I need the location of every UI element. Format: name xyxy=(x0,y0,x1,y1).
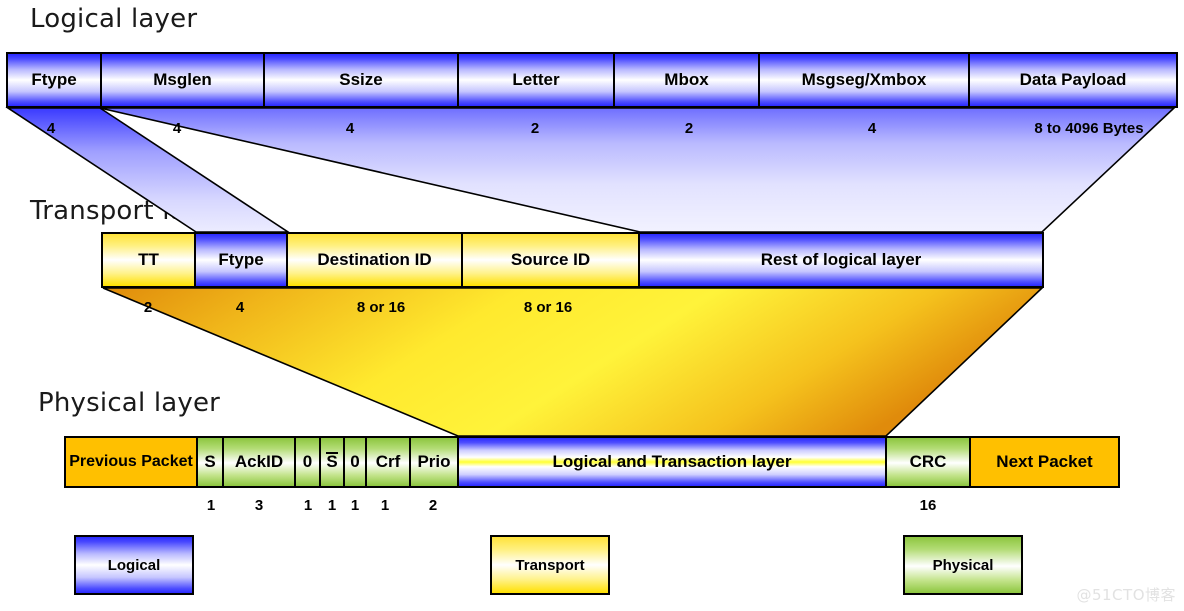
logical-field-ssize[interactable]: Ssize xyxy=(265,54,459,106)
transport-field-source-id[interactable]: Source ID xyxy=(463,234,640,286)
physical-size-s: 1 xyxy=(206,497,216,514)
physical-size-crc: 16 xyxy=(919,497,937,514)
physical-field-zero-1[interactable]: 0 xyxy=(296,438,321,486)
logical-size-ftype: 4 xyxy=(46,120,56,137)
logical-field-letter[interactable]: Letter xyxy=(459,54,615,106)
legend-item-transport: Transport xyxy=(490,535,610,595)
transport-size-tt: 2 xyxy=(143,299,153,316)
physical-field-s[interactable]: S xyxy=(198,438,224,486)
protocol-layer-diagram: Logical layer Ftype Msglen Ssize Letter … xyxy=(0,0,1184,611)
logical-size-msgseg-xmbox: 4 xyxy=(867,120,877,137)
transport-size-source-id: 8 or 16 xyxy=(523,299,573,316)
logical-field-ftype[interactable]: Ftype xyxy=(8,54,102,106)
logical-field-data-payload[interactable]: Data Payload xyxy=(970,54,1176,106)
legend-item-logical: Logical xyxy=(74,535,194,595)
legend-label-transport: Transport xyxy=(515,556,585,574)
physical-field-s-bar-label: S xyxy=(326,452,339,472)
physical-field-logical-and-transaction-layer[interactable]: Logical and Transaction layer xyxy=(459,438,887,486)
physical-field-prio[interactable]: Prio xyxy=(411,438,459,486)
transport-layer-bar: TT Ftype Destination ID Source ID Rest o… xyxy=(101,232,1044,288)
logical-size-data-payload: 8 to 4096 Bytes xyxy=(1034,120,1144,137)
physical-field-crf[interactable]: Crf xyxy=(367,438,411,486)
watermark: @51CTO博客 xyxy=(1076,586,1176,604)
logical-size-msglen: 4 xyxy=(172,120,182,137)
transport-field-destination-id[interactable]: Destination ID xyxy=(288,234,463,286)
physical-field-crc[interactable]: CRC xyxy=(887,438,971,486)
logical-field-mbox[interactable]: Mbox xyxy=(615,54,760,106)
legend-item-physical: Physical xyxy=(903,535,1023,595)
transport-field-ftype[interactable]: Ftype xyxy=(196,234,288,286)
transport-size-destination-id: 8 or 16 xyxy=(356,299,406,316)
logical-size-ssize: 4 xyxy=(345,120,355,137)
logical-field-msgseg-xmbox[interactable]: Msgseg/Xmbox xyxy=(760,54,970,106)
physical-field-s-bar[interactable]: S xyxy=(321,438,345,486)
physical-layer-bar: Previous Packet S AckID 0 S 0 Crf Prio L… xyxy=(64,436,1120,488)
physical-field-zero-2[interactable]: 0 xyxy=(345,438,367,486)
logical-size-letter: 2 xyxy=(530,120,540,137)
physical-field-next-packet[interactable]: Next Packet xyxy=(971,438,1118,486)
legend-label-physical: Physical xyxy=(932,556,994,574)
transport-field-tt[interactable]: TT xyxy=(103,234,196,286)
physical-field-ackid[interactable]: AckID xyxy=(224,438,296,486)
legend-label-logical: Logical xyxy=(107,556,161,574)
physical-field-previous-packet[interactable]: Previous Packet xyxy=(66,438,198,486)
physical-size-crf: 1 xyxy=(380,497,390,514)
physical-size-prio: 2 xyxy=(428,497,438,514)
transport-size-ftype: 4 xyxy=(235,299,245,316)
physical-size-ackid: 3 xyxy=(254,497,264,514)
logical-size-mbox: 2 xyxy=(684,120,694,137)
logical-layer-bar: Ftype Msglen Ssize Letter Mbox Msgseg/Xm… xyxy=(6,52,1178,108)
logical-field-msglen[interactable]: Msglen xyxy=(102,54,265,106)
transport-field-rest-of-logical-layer[interactable]: Rest of logical layer xyxy=(640,234,1042,286)
